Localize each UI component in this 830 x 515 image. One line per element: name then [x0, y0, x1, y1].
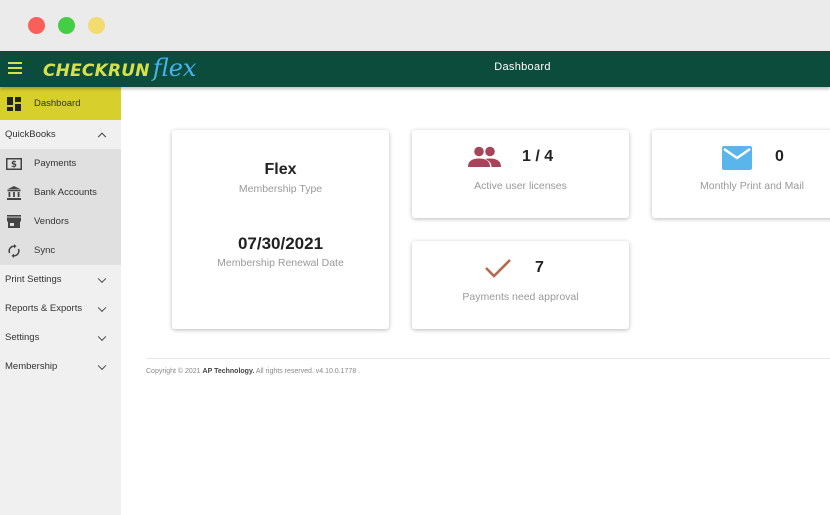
window-titlebar — [0, 0, 830, 51]
company-link[interactable]: AP Technology. — [203, 368, 255, 375]
sidebar-item-vendors[interactable]: Vendors — [0, 207, 121, 236]
membership-card: Flex Membership Type 07/30/2021 Membersh… — [172, 130, 389, 329]
sidebar-section-label: Reports & Exports — [5, 303, 83, 314]
sidebar-item-payments[interactable]: $ Payments — [0, 149, 121, 178]
print-mail-value: 0 — [775, 148, 784, 165]
payments-approval-label: Payments need approval — [462, 291, 579, 303]
sidebar-item-label: Vendors — [34, 216, 69, 227]
brand-script: flex — [152, 54, 197, 82]
dashboard-content: Flex Membership Type 07/30/2021 Membersh… — [121, 87, 830, 515]
chevron-up-icon — [97, 132, 107, 141]
zoom-window-button[interactable] — [58, 17, 75, 34]
payments-approval-card[interactable]: 7 Payments need approval — [412, 241, 629, 329]
sidebar-item-bank-accounts[interactable]: Bank Accounts — [0, 178, 121, 207]
sidebar-section-membership[interactable]: Membership — [0, 352, 121, 381]
check-icon — [484, 257, 512, 284]
app-header: CHECKRUN flex Dashboard — [0, 51, 830, 87]
sidebar-section-print-settings[interactable]: Print Settings — [0, 265, 121, 294]
bank-icon — [6, 185, 22, 200]
renewal-date-value: 07/30/2021 — [237, 234, 324, 253]
minimize-window-button[interactable] — [88, 17, 105, 34]
user-licenses-value: 1 / 4 — [522, 148, 554, 165]
user-licenses-label: Active user licenses — [474, 180, 567, 192]
sidebar-section-label: QuickBooks — [5, 129, 56, 140]
copyright-suffix: All rights reserved. v4.10.0.1778 . — [255, 368, 361, 375]
brand-name: CHECKRUN — [43, 61, 150, 81]
user-licenses-card[interactable]: 1 / 4 Active user licenses — [412, 130, 629, 218]
mail-icon — [722, 146, 752, 175]
print-mail-label: Monthly Print and Mail — [700, 180, 804, 192]
sidebar-item-label: Sync — [34, 245, 56, 256]
svg-text:$: $ — [11, 160, 17, 170]
dashboard-icon — [6, 96, 22, 111]
sidebar-item-dashboard[interactable]: Dashboard — [0, 87, 121, 120]
sidebar-section-label: Membership — [5, 361, 58, 372]
dollar-icon: $ — [6, 157, 22, 171]
close-window-button[interactable] — [28, 17, 45, 34]
sidebar-item-label: Bank Accounts — [34, 187, 97, 198]
brand-logo[interactable]: CHECKRUN flex — [43, 54, 196, 84]
app-window: CHECKRUN flex Dashboard Dashboard QuickB… — [0, 0, 830, 515]
users-icon — [468, 146, 502, 173]
chevron-down-icon — [97, 303, 107, 312]
menu-icon[interactable] — [8, 62, 22, 74]
page-title: Dashboard — [494, 61, 551, 73]
membership-type-value: Flex — [264, 161, 297, 178]
store-icon — [6, 215, 22, 229]
chevron-down-icon — [97, 361, 107, 370]
sidebar-section-label: Print Settings — [5, 274, 62, 285]
copyright-footer: Copyright © 2021 AP Technology. All righ… — [146, 368, 360, 375]
membership-type-label: Membership Type — [238, 183, 323, 195]
sidebar-section-quickbooks[interactable]: QuickBooks — [0, 120, 121, 149]
footer-divider — [146, 358, 830, 359]
sidebar-item-sync[interactable]: Sync — [0, 236, 121, 265]
sidebar-item-label: Dashboard — [34, 98, 81, 109]
sidebar: Dashboard QuickBooks $ Payments Bank Acc… — [0, 87, 121, 515]
sidebar-section-reports-exports[interactable]: Reports & Exports — [0, 294, 121, 323]
renewal-date-label: Membership Renewal Date — [217, 257, 344, 269]
print-mail-card[interactable]: 0 Monthly Print and Mail — [652, 130, 830, 218]
chevron-down-icon — [97, 274, 107, 283]
sync-icon — [6, 243, 22, 258]
chevron-down-icon — [97, 332, 107, 341]
copyright-prefix: Copyright © 2021 — [146, 368, 201, 375]
sidebar-section-settings[interactable]: Settings — [0, 323, 121, 352]
sidebar-item-label: Payments — [34, 158, 77, 169]
sidebar-section-label: Settings — [5, 332, 40, 343]
payments-approval-value: 7 — [535, 259, 544, 276]
